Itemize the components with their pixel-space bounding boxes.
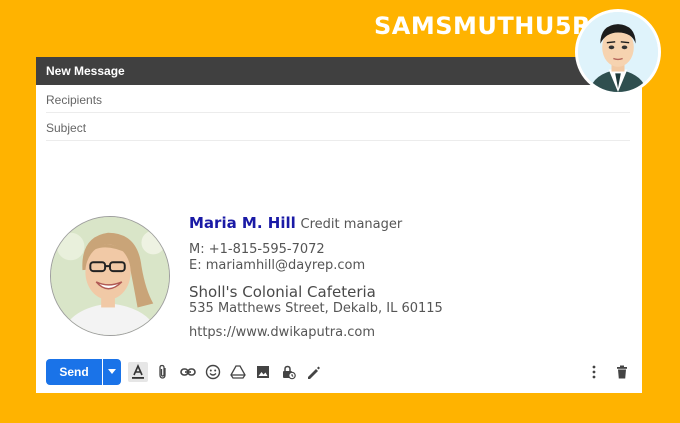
image-icon[interactable] xyxy=(253,362,273,382)
compose-title: New Message xyxy=(36,57,642,85)
recipients-field[interactable]: Recipients xyxy=(46,85,630,113)
signature-title: Credit manager xyxy=(300,217,403,232)
brand-title: SAMSMUTHU5R xyxy=(374,12,592,40)
signature-address: 535 Matthews Street, Dekalb, IL 60115 xyxy=(189,301,443,316)
more-options-icon[interactable] xyxy=(584,362,604,382)
confidential-icon[interactable] xyxy=(278,362,298,382)
signature-phone: M: +1-815-595-7072 xyxy=(189,242,325,257)
trash-icon[interactable] xyxy=(612,362,632,382)
signature-email: E: mariamhill@dayrep.com xyxy=(189,258,366,273)
signature-icon[interactable] xyxy=(303,362,323,382)
compose-window: New Message Recipients Subject Maria M. … xyxy=(36,57,642,393)
text-format-icon[interactable] xyxy=(128,362,148,382)
compose-right-tools xyxy=(576,362,632,382)
send-options-button[interactable] xyxy=(103,359,121,385)
emoji-icon[interactable] xyxy=(203,362,223,382)
brand-avatar xyxy=(575,9,661,95)
signature-name: Maria M. Hill xyxy=(189,214,296,232)
subject-field[interactable]: Subject xyxy=(46,113,630,141)
send-button[interactable]: Send xyxy=(46,359,102,385)
signature-website[interactable]: https://www.dwikaputra.com xyxy=(189,325,443,341)
link-icon[interactable] xyxy=(178,362,198,382)
signature-photo xyxy=(50,216,170,336)
drive-icon[interactable] xyxy=(228,362,248,382)
email-signature: Maria M. Hill Credit manager M: +1-815-5… xyxy=(189,213,443,341)
signature-company: Sholl's Colonial Cafeteria xyxy=(189,283,376,301)
compose-toolbar: Send xyxy=(46,359,323,385)
attach-icon[interactable] xyxy=(153,362,173,382)
chevron-down-icon xyxy=(108,369,116,374)
